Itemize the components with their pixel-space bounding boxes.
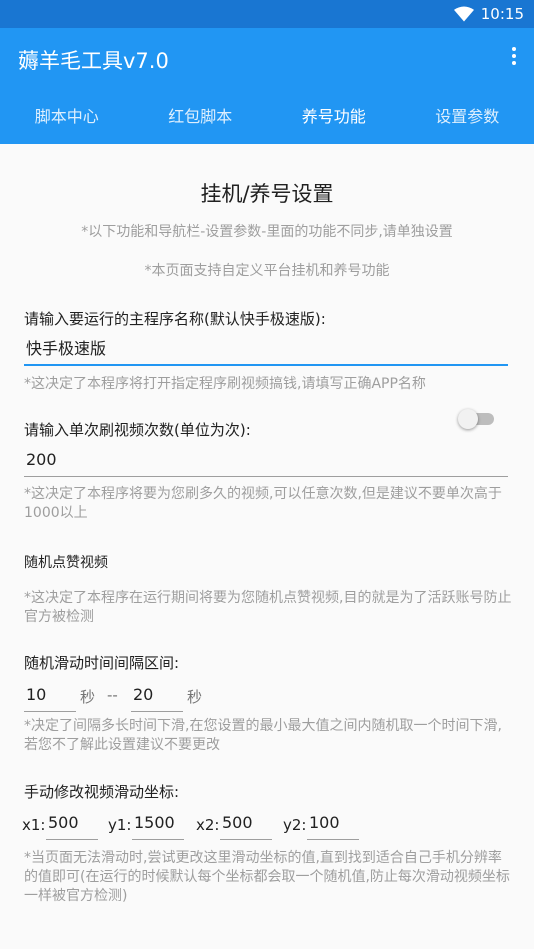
app-name-hint: *这决定了本程序将打开指定程序刷视频搞钱,请填写正确APP名称 [24, 376, 426, 392]
y2-label: y2: [283, 816, 307, 834]
page-title: 挂机/养号设置 [200, 182, 334, 206]
swipe-coords-hint: *当页面无法滑动时,尝试更改这里滑动坐标的值,直到找到适合自己手机分辨率的值即可… [24, 850, 510, 904]
y1-input[interactable]: 1500 [132, 808, 184, 840]
tab-settings[interactable]: 设置参数 [401, 90, 534, 144]
swipe-min-unit: 秒 [80, 688, 96, 706]
tab-bar: 脚本中心 红包脚本 养号功能 设置参数 [0, 90, 534, 144]
swipe-max-unit: 秒 [187, 688, 203, 706]
swipe-min-input[interactable]: 10 [24, 680, 76, 712]
app-title: 薅羊毛工具v7.0 [18, 49, 169, 73]
video-count-input[interactable]: 200 [24, 445, 508, 477]
random-like-label: 随机点赞视频 [24, 555, 108, 571]
app-name-label: 请输入要运行的主程序名称(默认快手极速版): [24, 310, 326, 328]
video-count-label: 请输入单次刷视频次数(单位为次): [24, 421, 251, 439]
page-note-1: *以下功能和导航栏-设置参数-里面的功能不同步,请单独设置 [81, 224, 453, 240]
x2-label: x2: [196, 816, 220, 834]
swipe-max-input[interactable]: 20 [131, 680, 183, 712]
swipe-interval-hint: *决定了间隔多长时间下滑,在您设置的最小最大值之间内随机取一个时间下滑,若您不了… [24, 718, 502, 753]
swipe-interval-label: 随机滑动时间间隔区间: [24, 654, 180, 672]
wifi-icon [454, 6, 474, 22]
more-vert-icon[interactable] [510, 47, 518, 69]
x1-input[interactable]: 500 [46, 808, 98, 840]
content-area: 挂机/养号设置 *以下功能和导航栏-设置参数-里面的功能不同步,请单独设置 *本… [0, 144, 534, 949]
tab-account-nurture[interactable]: 养号功能 [267, 90, 401, 144]
tab-redpacket-script[interactable]: 红包脚本 [134, 90, 268, 144]
random-like-switch[interactable] [458, 408, 496, 430]
y1-label: y1: [108, 816, 132, 834]
app-name-input[interactable]: 快手极速版 [24, 334, 508, 366]
tab-script-center[interactable]: 脚本中心 [0, 90, 134, 144]
status-bar: 10:15 [0, 0, 534, 28]
x1-label: x1: [22, 816, 46, 834]
status-time: 10:15 [480, 5, 524, 23]
random-like-hint: *这决定了本程序在运行期间将要为您随机点赞视频,目的就是为了活跃账号防止官方被检… [24, 590, 512, 625]
app-bar: 薅羊毛工具v7.0 [0, 28, 534, 90]
swipe-coords-label: 手动修改视频滑动坐标: [24, 783, 180, 801]
video-count-hint: *这决定了本程序将要为您刷多久的视频,可以任意次数,但是建议不要单次高于1000… [24, 486, 502, 521]
page-note-2: *本页面支持自定义平台挂机和养号功能 [144, 263, 390, 279]
y2-input[interactable]: 100 [307, 808, 359, 840]
x2-input[interactable]: 500 [220, 808, 272, 840]
swipe-range-separator: -- [107, 686, 118, 704]
